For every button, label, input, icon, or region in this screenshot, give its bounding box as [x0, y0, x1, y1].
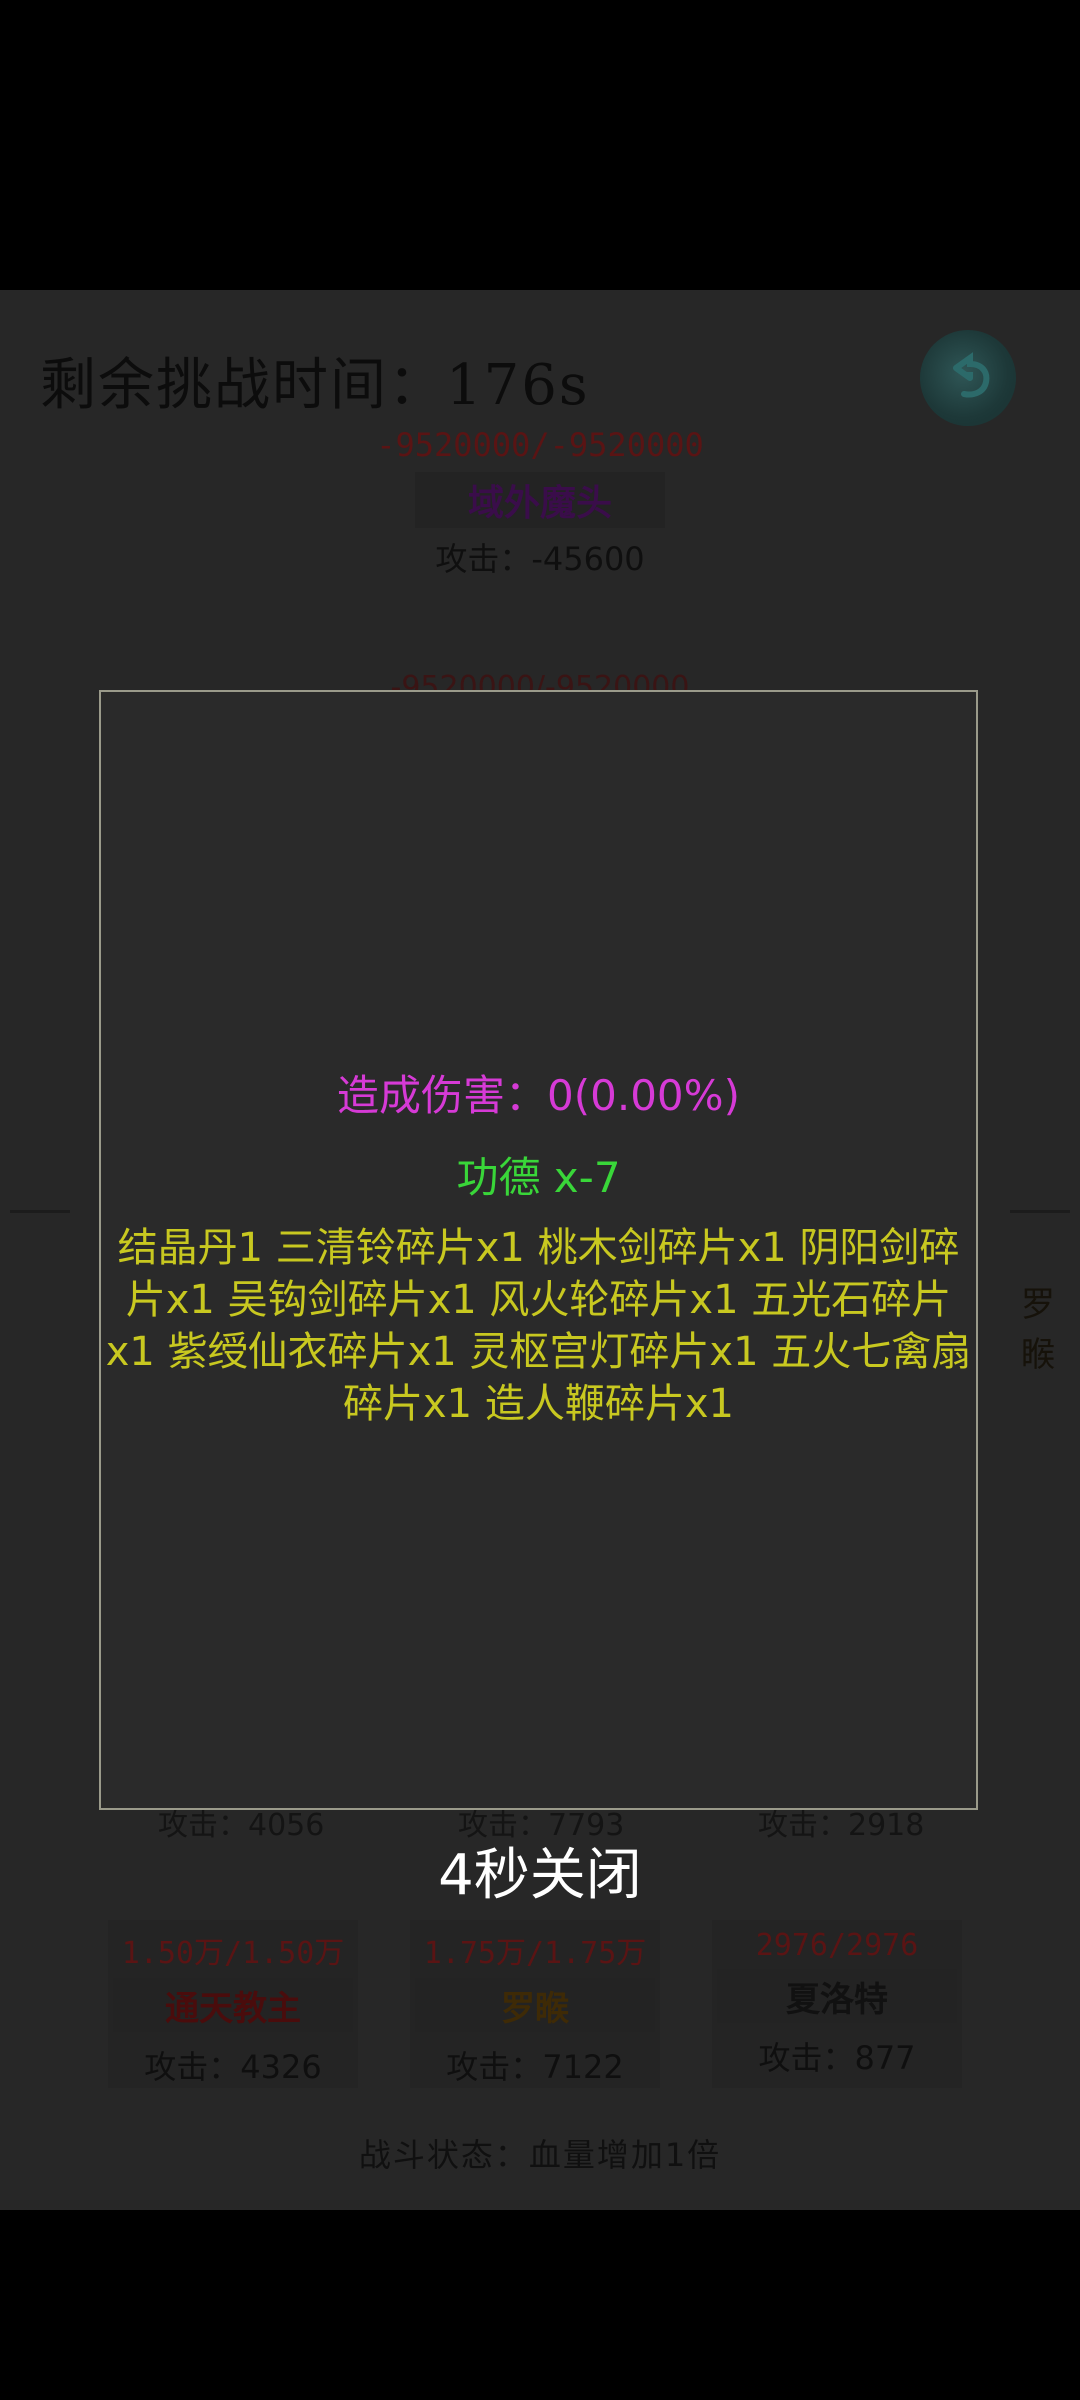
hero-name: 通天教主 [165, 1988, 301, 2029]
hero-hp: 1.75万/1.75万 [423, 1936, 647, 1971]
hero-attack: 攻击：877 [758, 2039, 916, 2077]
hero-attack: 攻击：4326 [144, 2048, 322, 2086]
side-character-name: 罗睺 [1021, 1285, 1055, 1375]
damage-result: 造成伤害：0(0.00%) [337, 1071, 740, 1120]
side-decoration-right [1010, 1170, 1070, 1213]
hero-card[interactable]: 2976/2976 夏洛特 攻击：877 [712, 1920, 962, 2088]
hero-card[interactable]: 1.50万/1.50万 通天教主 攻击：4326 [108, 1920, 358, 2088]
hero-hp: 1.50万/1.50万 [121, 1936, 345, 1971]
reward-list: 结晶丹1 三清铃碎片x1 桃木剑碎片x1 阴阳剑碎片x1 吴钩剑碎片x1 风火轮… [105, 1225, 972, 1427]
result-dialog[interactable]: 造成伤害：0(0.00%) 功德 x-7 结晶丹1 三清铃碎片x1 桃木剑碎片x… [99, 690, 978, 1810]
hero-name-plate: 罗睺 [415, 1978, 655, 2032]
hero-name: 夏洛特 [786, 1979, 888, 2020]
boss-card[interactable]: -9520000/-9520000 域外魔头 攻击：-45600 [376, 426, 704, 578]
hero-attack: 攻击：7122 [446, 2048, 624, 2086]
hero-name: 罗睺 [501, 1988, 569, 2029]
battle-status: 战斗状态：血量增加1倍 [358, 2136, 722, 2174]
side-decoration-left [10, 1170, 70, 1213]
back-button[interactable] [920, 330, 1016, 426]
auto-close-countdown: 4秒关闭 [438, 1843, 642, 1908]
boss-name-plate: 域外魔头 [415, 472, 665, 528]
hero-card[interactable]: 1.75万/1.75万 罗睺 攻击：7122 [410, 1920, 660, 2088]
return-arrow-icon [953, 352, 990, 398]
boss-hp: -9520000/-9520000 [376, 426, 704, 464]
hero-hp: 2976/2976 [755, 1928, 919, 1963]
challenge-timer: 剩余挑战时间：176s [40, 353, 590, 418]
boss-attack: 攻击：-45600 [435, 540, 645, 578]
hero-name-plate: 夏洛特 [717, 1969, 957, 2023]
merit-result: 功德 x-7 [456, 1153, 621, 1202]
boss-name: 域外魔头 [467, 482, 612, 524]
hero-name-plate: 通天教主 [113, 1978, 353, 2032]
